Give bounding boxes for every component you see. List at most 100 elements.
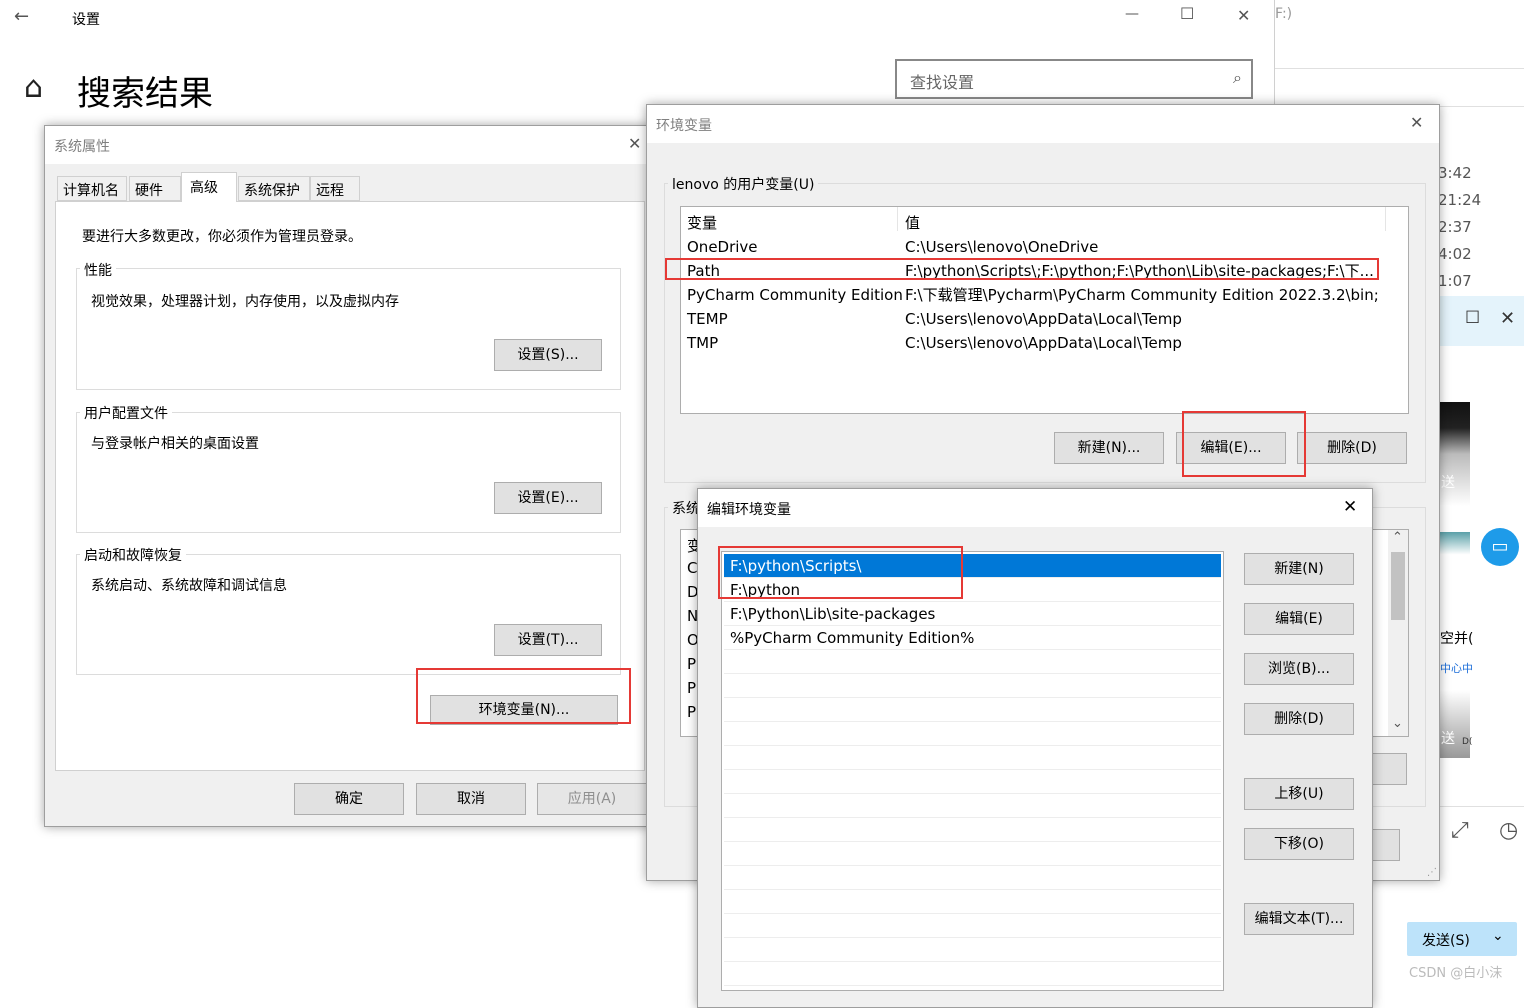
user-edit-button[interactable]: 编辑(E)... [1176, 432, 1286, 464]
list-item[interactable]: P [687, 655, 696, 673]
time-item: 2:37 [1438, 218, 1472, 236]
list-item[interactable] [724, 698, 1221, 722]
list-item[interactable]: F:\Python\Lib\site-packages [724, 602, 1221, 626]
back-icon[interactable]: ← [14, 6, 29, 27]
list-item[interactable]: Path [687, 259, 720, 283]
list-item-value: F:\python\Scripts\;F:\python;F:\Python\L… [905, 262, 1374, 280]
list-item[interactable]: P [687, 679, 696, 697]
list-item[interactable]: P [687, 703, 696, 721]
expand-icon[interactable]: ⤢ [1451, 818, 1469, 843]
group-desc: 与登录帐户相关的桌面设置 [91, 436, 259, 452]
list-item[interactable] [724, 746, 1221, 770]
edit-text-button[interactable]: 编辑文本(T)... [1244, 903, 1354, 935]
cancel-button[interactable]: 取消 [416, 783, 526, 815]
list-item[interactable] [724, 770, 1221, 794]
close-icon[interactable]: ✕ [628, 134, 641, 153]
maximize-icon[interactable]: ☐ [1180, 4, 1194, 23]
monitor-icon[interactable]: ▭ [1481, 528, 1519, 566]
settings-title: 设置 [72, 12, 100, 28]
scrollbar[interactable]: ⌃ ⌄ [1388, 530, 1408, 736]
tab-hardware[interactable]: 硬件 [129, 176, 181, 201]
list-item[interactable]: PyCharm Community Edition [687, 283, 903, 307]
time-item: 4:02 [1438, 245, 1472, 263]
move-down-button[interactable]: 下移(O) [1244, 828, 1354, 860]
user-new-button[interactable]: 新建(N)... [1054, 432, 1164, 464]
browse-button[interactable]: 浏览(B)... [1244, 653, 1354, 685]
column-divider [897, 207, 898, 231]
close-icon[interactable]: ✕ [1237, 6, 1250, 25]
list-item[interactable]: F:\python [724, 578, 1221, 602]
list-item[interactable]: TEMP [687, 307, 728, 331]
performance-settings-button[interactable]: 设置(S)... [494, 339, 602, 371]
list-item[interactable]: F:\python\Scripts\ [724, 554, 1221, 578]
list-item[interactable] [724, 818, 1221, 842]
close-icon[interactable]: ✕ [1500, 308, 1515, 329]
delete-entry-button[interactable]: 删除(D) [1244, 703, 1354, 735]
tab-advanced[interactable]: 高级 [181, 172, 237, 202]
new-entry-button[interactable]: 新建(N) [1244, 553, 1354, 585]
chevron-down-icon[interactable]: ⌄ [1492, 928, 1504, 944]
user-variables-list[interactable]: 变量 值 OneDrive C:\Users\lenovo\OneDrive P… [680, 206, 1409, 414]
tab-remote[interactable]: 远程 [310, 176, 360, 201]
send-button[interactable]: 发送(S) ⌄ [1407, 922, 1517, 956]
list-item[interactable] [724, 962, 1221, 986]
column-header-variable[interactable]: 变量 [687, 212, 717, 233]
search-input[interactable]: 查找设置 ⌕ [895, 59, 1253, 99]
edit-entry-button[interactable]: 编辑(E) [1244, 603, 1354, 635]
maximize-icon[interactable]: ☐ [1465, 308, 1480, 328]
time-list: 3:42 21:24 2:37 4:02 1:07 [1438, 160, 1481, 295]
list-item[interactable]: %PyCharm Community Edition% [724, 626, 1221, 650]
scrollbar-thumb[interactable] [1391, 552, 1405, 620]
time-item: 3:42 [1438, 164, 1472, 182]
search-placeholder: 查找设置 [910, 73, 975, 92]
group-desc: 系统启动、系统故障和调试信息 [91, 578, 287, 594]
fragment-text: 送 [1441, 731, 1455, 747]
startup-settings-button[interactable]: 设置(T)... [494, 624, 602, 656]
list-item[interactable] [724, 914, 1221, 938]
list-item[interactable] [724, 794, 1221, 818]
page-heading: 搜索结果 [77, 74, 213, 114]
clock-icon[interactable]: ◷ [1499, 818, 1518, 843]
list-item[interactable] [724, 722, 1221, 746]
chevron-up-icon[interactable]: ⌃ [1392, 530, 1403, 545]
minimize-icon[interactable]: — [1125, 6, 1139, 22]
edit-environment-variable-dialog: 编辑环境变量 ✕ F:\python\Scripts\ F:\python F:… [697, 488, 1373, 1008]
list-item-value: C:\Users\lenovo\OneDrive [905, 238, 1099, 256]
divider [1275, 68, 1524, 69]
tab-computer-name[interactable]: 计算机名 [57, 176, 127, 201]
tab-system-protection[interactable]: 系统保护 [238, 176, 310, 201]
chevron-down-icon[interactable]: ⌄ [1392, 716, 1403, 731]
tab-page: 要进行大多数更改，你必须作为管理员登录。 性能 视觉效果，处理器计划，内存使用，… [55, 201, 645, 771]
move-up-button[interactable]: 上移(U) [1244, 778, 1354, 810]
watermark: CSDN @白小沫 [1409, 966, 1503, 981]
profile-settings-button[interactable]: 设置(E)... [494, 482, 602, 514]
send-label: 发送(S) [1422, 933, 1470, 949]
ok-button[interactable]: 确定 [294, 783, 404, 815]
dialog-titlebar: 系统属性 [45, 126, 653, 164]
group-label: 性能 [80, 260, 116, 280]
divider [1440, 806, 1524, 807]
list-item[interactable]: OneDrive [687, 235, 758, 259]
fragment-text: D( [1462, 737, 1473, 747]
list-item-value: C:\Users\lenovo\AppData\Local\Temp [905, 310, 1182, 328]
list-item[interactable]: C [687, 559, 697, 577]
close-icon[interactable]: ✕ [1410, 113, 1423, 132]
list-item[interactable] [724, 842, 1221, 866]
environment-variables-button[interactable]: 环境变量(N)... [430, 695, 618, 725]
list-item[interactable] [724, 938, 1221, 962]
list-item[interactable] [724, 674, 1221, 698]
list-item[interactable] [724, 866, 1221, 890]
apply-button[interactable]: 应用(A) [537, 783, 647, 815]
home-icon[interactable]: ⌂ [24, 70, 43, 105]
resize-grip[interactable]: ⋰ [1427, 867, 1437, 878]
close-icon[interactable]: ✕ [1343, 497, 1357, 517]
list-item[interactable] [724, 890, 1221, 914]
thumbnail-text: 送 [1441, 475, 1455, 491]
path-entry-list[interactable]: F:\python\Scripts\ F:\python F:\Python\L… [721, 551, 1224, 991]
list-item-value: C:\Users\lenovo\AppData\Local\Temp [905, 334, 1182, 352]
list-item[interactable] [724, 650, 1221, 674]
list-item[interactable]: TMP [687, 331, 718, 355]
user-delete-button[interactable]: 删除(D) [1297, 432, 1407, 464]
column-header-value[interactable]: 值 [905, 212, 920, 233]
time-item: 21:24 [1438, 191, 1482, 209]
